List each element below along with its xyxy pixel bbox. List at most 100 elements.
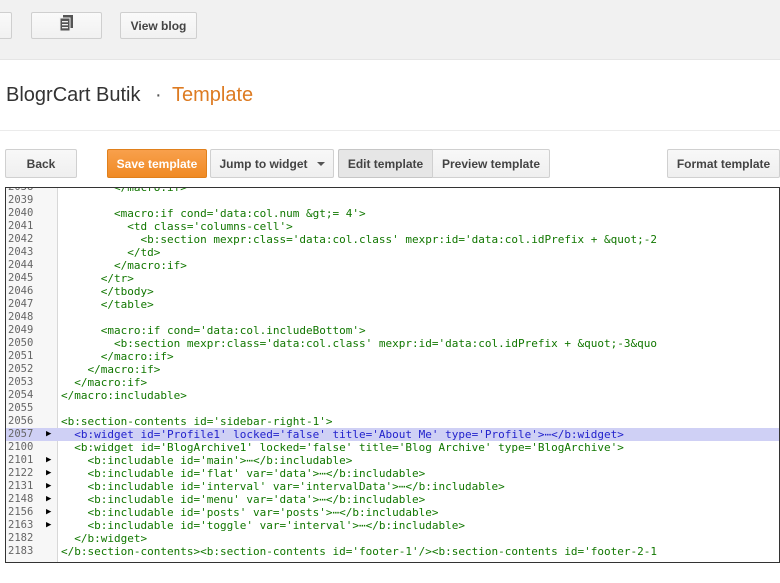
code-text: <b:widget id='BlogArchive1' locked='fals… <box>61 441 624 454</box>
fold-arrow-icon[interactable]: ▶ <box>46 454 56 467</box>
code-line[interactable]: 2047 </table> <box>6 298 779 311</box>
code-line[interactable]: 2038 </macro:if> <box>6 187 779 194</box>
code-line[interactable]: 2056 <b:section-contents id='sidebar-righ… <box>6 415 779 428</box>
line-number: 2051 <box>8 350 34 362</box>
line-number: 2046 <box>8 285 34 297</box>
code-line[interactable]: 2051 </macro:if> <box>6 350 779 363</box>
fold-arrow-icon[interactable]: ▶ <box>46 493 56 506</box>
line-number: 2057 <box>8 428 34 440</box>
code-text: </b:widget> <box>61 532 148 545</box>
code-line[interactable]: 2040 <macro:if cond='data:col.num &gt;= … <box>6 207 779 220</box>
code-text: </tr> <box>61 272 134 285</box>
code-line[interactable]: 2044 </macro:if> <box>6 259 779 272</box>
line-number: 2053 <box>8 376 34 388</box>
code-text: </macro:if> <box>61 363 161 376</box>
line-number: 2044 <box>8 259 34 271</box>
format-template-button[interactable]: Format template <box>667 149 780 178</box>
fold-arrow-icon[interactable]: ▶ <box>46 506 56 519</box>
code-line[interactable]: 2039 <box>6 194 779 207</box>
pages-button[interactable] <box>31 12 102 39</box>
code-text: <b:includable id='interval' var='interva… <box>61 480 505 493</box>
code-text: <b:section mexpr:class='data:col.class' … <box>61 337 658 350</box>
line-number: 2052 <box>8 363 34 375</box>
code-line[interactable]: 2148 ▶ <b:includable id='menu' var='data'… <box>6 493 779 506</box>
line-number: 2040 <box>8 207 34 219</box>
code-editor[interactable]: 2038 </macro:if> 2039 2040 <macro:if cond=… <box>5 187 780 563</box>
code-line[interactable]: 2163 ▶ <b:includable id='toggle' var='int… <box>6 519 779 532</box>
code-line[interactable]: 2054 </macro:includable> <box>6 389 779 402</box>
line-number: 2047 <box>8 298 34 310</box>
title-separator: · <box>155 84 162 106</box>
code-text: <b:includable id='menu' var='data'>⋯</b:… <box>61 493 426 506</box>
line-number: 2156 <box>8 506 34 518</box>
pages-icon <box>59 14 75 37</box>
line-number: 2050 <box>8 337 34 349</box>
code-line[interactable]: 2045 </tr> <box>6 272 779 285</box>
code-text: <b:section mexpr:class='data:col.class' … <box>61 233 658 246</box>
code-text: </macro:if> <box>61 187 187 194</box>
code-line[interactable]: 2052 </macro:if> <box>6 363 779 376</box>
line-number: 2100 <box>8 441 34 453</box>
code-line[interactable]: 2101 ▶ <b:includable id='main'>⋯</b:inclu… <box>6 454 779 467</box>
code-text: <macro:if cond='data:col.includeBottom'> <box>61 324 366 337</box>
code-line[interactable]: 2042 <b:section mexpr:class='data:col.cl… <box>6 233 779 246</box>
code-line[interactable]: 2055 <box>6 402 779 415</box>
fold-arrow-icon[interactable]: ▶ <box>46 480 56 493</box>
code-text: </macro:includable> <box>61 389 187 402</box>
code-text: <macro:if cond='data:col.num &gt;= 4'> <box>61 207 366 220</box>
chevron-down-icon <box>316 161 325 166</box>
code-line[interactable]: 2122 ▶ <b:includable id='flat' var='data'… <box>6 467 779 480</box>
code-text: <b:includable id='toggle' var='interval'… <box>61 519 465 532</box>
code-line[interactable]: 2100 <b:widget id='BlogArchive1' locked=… <box>6 441 779 454</box>
line-number: 2045 <box>8 272 34 284</box>
code-line[interactable]: 2182 </b:widget> <box>6 532 779 545</box>
code-line[interactable]: 2053 </macro:if> <box>6 376 779 389</box>
code-text: <b:includable id='main'>⋯</b:includable> <box>61 454 353 467</box>
code-line[interactable]: 2043 </td> <box>6 246 779 259</box>
overview-button[interactable] <box>0 12 12 39</box>
edit-template-button[interactable]: Edit template <box>338 149 432 178</box>
code-line[interactable]: 2156 ▶ <b:includable id='posts' var='post… <box>6 506 779 519</box>
code-text: </b:section-contents><b:section-contents… <box>61 545 658 558</box>
code-line[interactable]: 2049 <macro:if cond='data:col.includeBot… <box>6 324 779 337</box>
fold-arrow-icon[interactable]: ▶ <box>46 519 56 532</box>
code-line[interactable]: 2046 </tbody> <box>6 285 779 298</box>
fold-arrow-icon[interactable]: ▶ <box>46 467 56 480</box>
line-number: 2054 <box>8 389 34 401</box>
line-number: 2039 <box>8 194 34 206</box>
code-text: <td class='columns-cell'> <box>61 220 293 233</box>
code-line[interactable]: 2131 ▶ <b:includable id='interval' var='i… <box>6 480 779 493</box>
code-line[interactable]: 2183 </b:section-contents><b:section-cont… <box>6 545 779 558</box>
code-line[interactable]: 2048 <box>6 311 779 324</box>
code-text: </macro:if> <box>61 376 148 389</box>
line-number: 2182 <box>8 532 34 544</box>
line-number: 2163 <box>8 519 34 531</box>
code-text: </tbody> <box>61 285 154 298</box>
save-template-button[interactable]: Save template <box>107 149 207 178</box>
top-bar: View blog <box>0 0 780 60</box>
line-number: 2148 <box>8 493 34 505</box>
code-lines: 2038 </macro:if> 2039 2040 <macro:if cond=… <box>6 187 779 558</box>
back-button[interactable]: Back <box>5 149 77 178</box>
code-text: </td> <box>61 246 161 259</box>
preview-template-button[interactable]: Preview template <box>432 149 550 178</box>
code-text: <b:section-contents id='sidebar-right-1'… <box>61 415 333 428</box>
line-number: 2038 <box>8 187 34 193</box>
blog-name[interactable]: BlogrCart Butik <box>6 84 141 107</box>
code-line[interactable]: 2057 ▶ <b:widget id='Profile1' locked='fa… <box>6 428 779 441</box>
code-line[interactable]: 2041 <td class='columns-cell'> <box>6 220 779 233</box>
line-number: 2048 <box>8 311 34 323</box>
code-text: <b:widget id='Profile1' locked='false' t… <box>61 428 624 441</box>
line-number: 2049 <box>8 324 34 336</box>
code-text: <b:includable id='posts' var='posts'>⋯</… <box>61 506 439 519</box>
jump-to-widget-label: Jump to widget <box>219 156 308 171</box>
code-text: </macro:if> <box>61 350 174 363</box>
code-line[interactable]: 2050 <b:section mexpr:class='data:col.cl… <box>6 337 779 350</box>
fold-arrow-icon[interactable]: ▶ <box>46 428 56 441</box>
view-blog-button[interactable]: View blog <box>120 12 197 39</box>
line-number: 2122 <box>8 467 34 479</box>
line-number: 2183 <box>8 545 34 557</box>
line-number: 2043 <box>8 246 34 258</box>
page-title: Template <box>172 84 254 106</box>
jump-to-widget-dropdown[interactable]: Jump to widget <box>210 149 334 178</box>
